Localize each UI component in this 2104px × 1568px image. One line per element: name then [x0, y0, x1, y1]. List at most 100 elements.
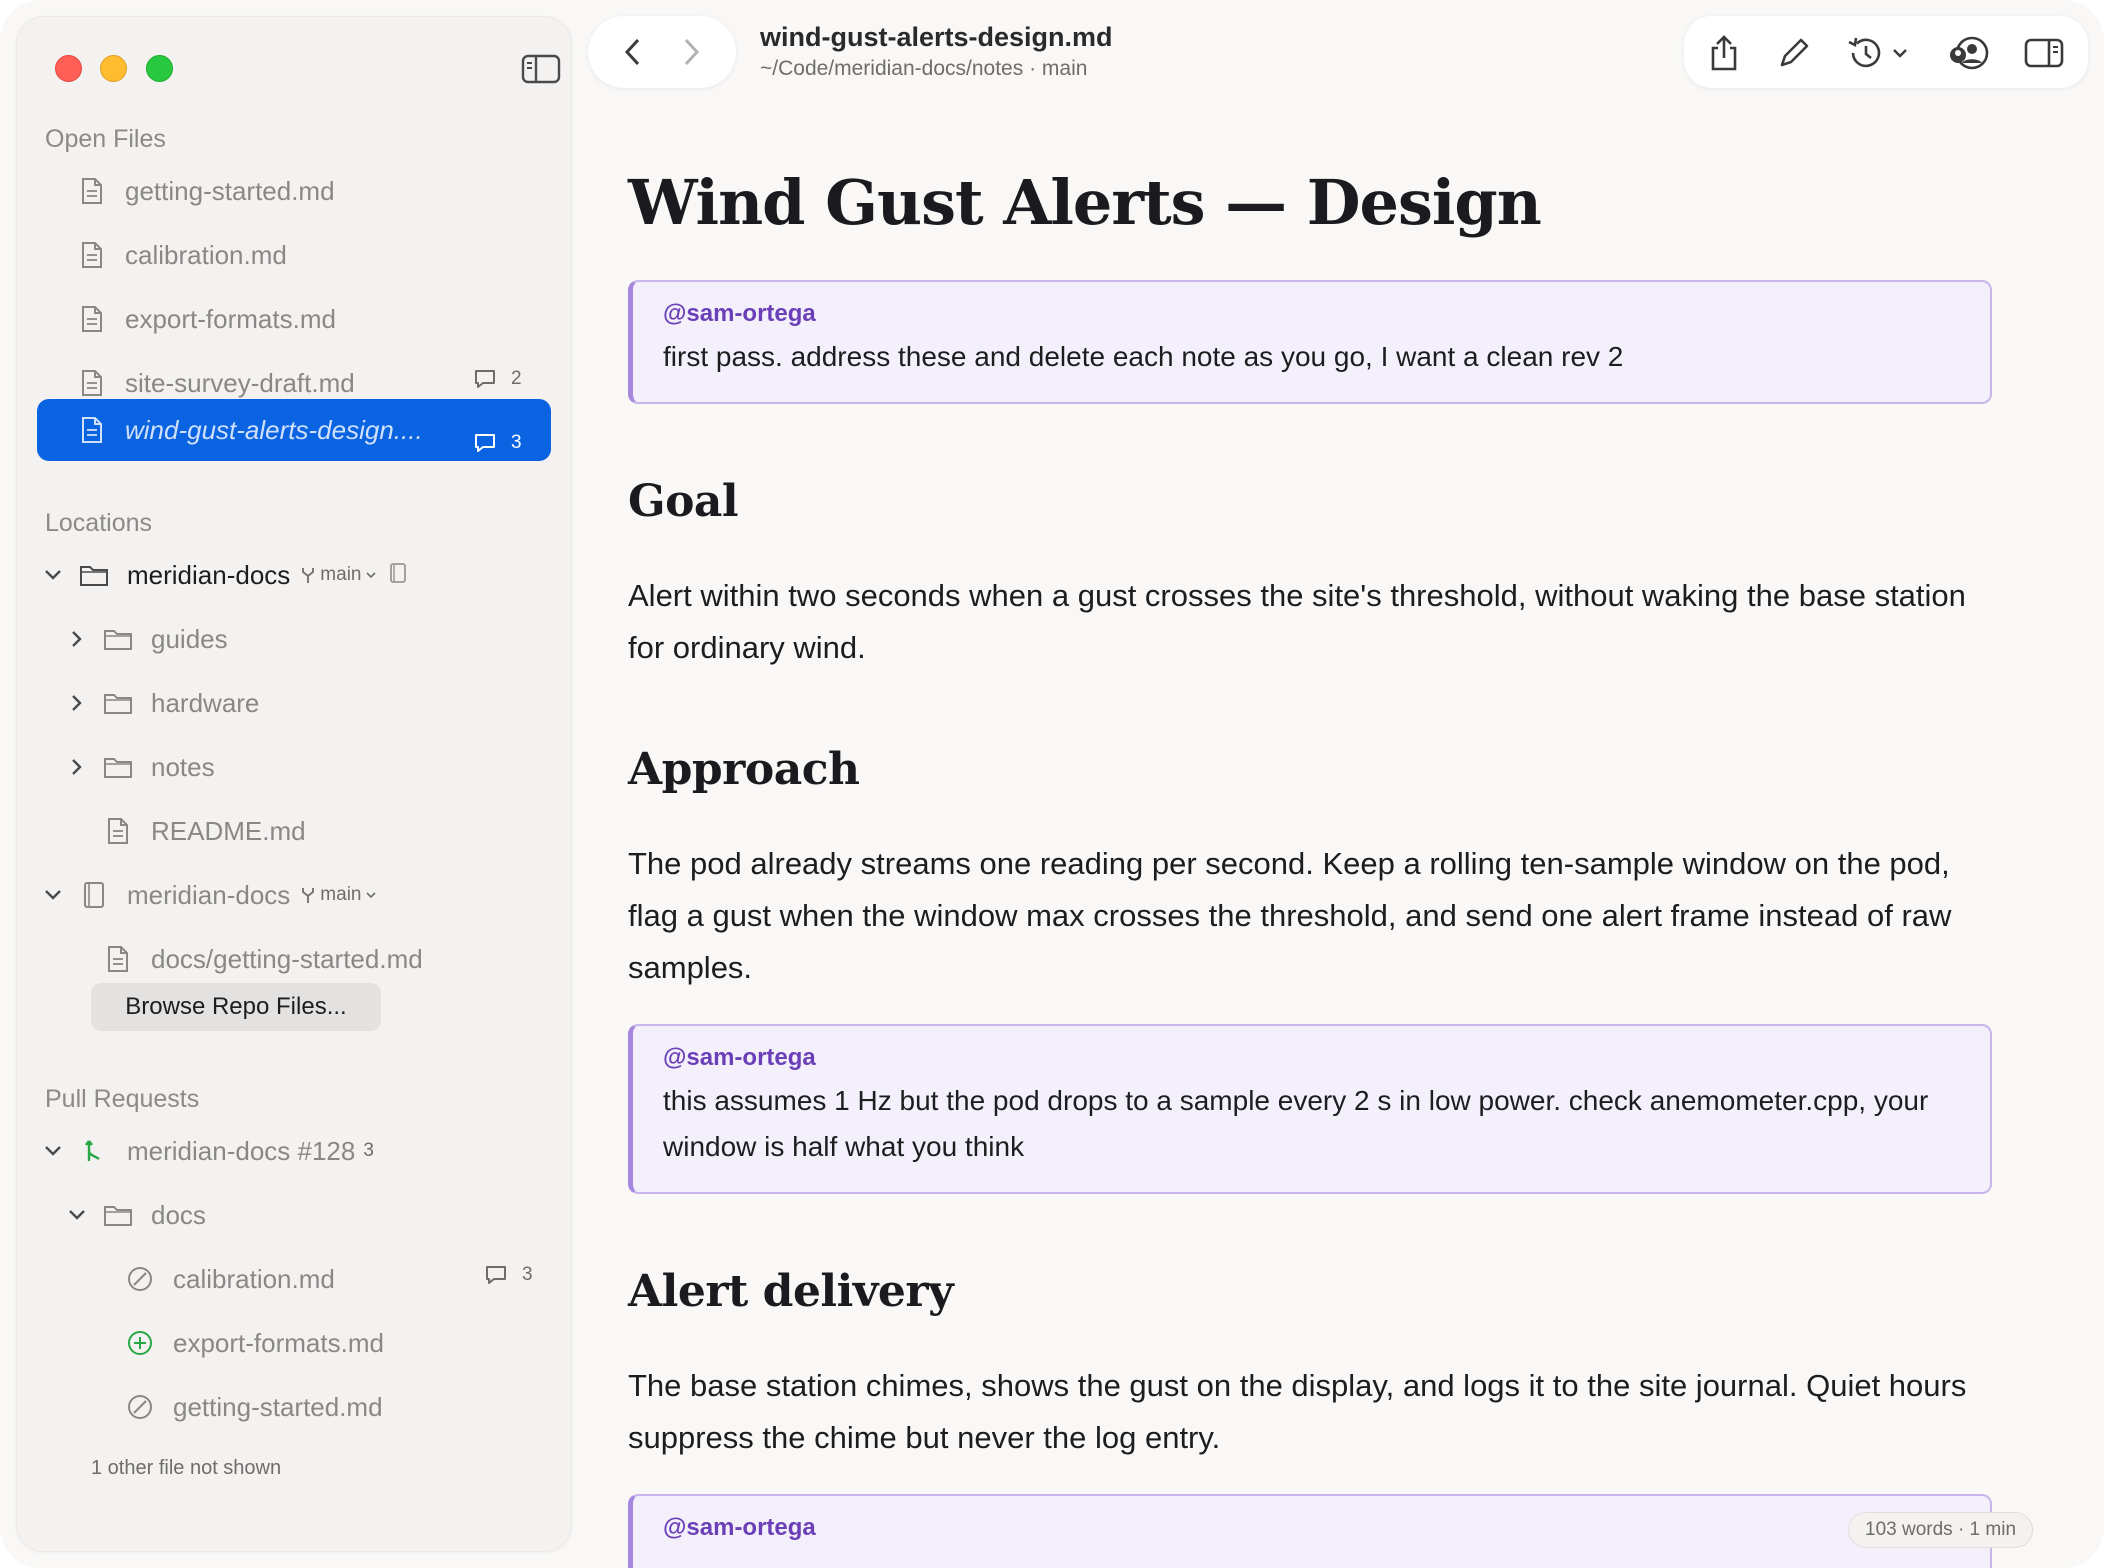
comment-count-label: 3 — [522, 1264, 533, 1285]
tree-folder-item[interactable]: guides — [67, 608, 547, 670]
forward-button[interactable] — [670, 30, 714, 74]
pr-file-item[interactable]: calibration.md — [125, 1248, 545, 1310]
file-label: calibration.md — [173, 1263, 335, 1294]
review-note[interactable]: @sam-ortega this assumes 1 Hz but the po… — [628, 1024, 1992, 1194]
folder-icon — [103, 1200, 133, 1230]
locations-heading: Locations — [45, 509, 153, 537]
tree-folder-item[interactable]: hardware — [67, 672, 547, 734]
history-icon — [1848, 37, 1881, 68]
delivery-paragraph: The base station chimes, shows the gust … — [628, 1368, 1967, 1455]
file-path: ~/Code/meridian-docs/notes · main — [760, 57, 1088, 80]
word-count-badge: 103 words · 1 min — [1848, 1512, 2034, 1548]
close-window-button[interactable] — [55, 55, 82, 82]
back-button[interactable] — [610, 30, 654, 74]
heading-approach: Approach — [628, 744, 860, 795]
chevron-down-icon[interactable] — [67, 1205, 87, 1225]
open-file-label: calibration.md — [125, 239, 287, 270]
document-icon — [77, 176, 107, 206]
review-note[interactable]: @sam-ortega first pass. address these an… — [628, 280, 1992, 404]
browse-repo-files-button[interactable]: Browse Repo Files... — [91, 983, 381, 1031]
open-file-label: getting-started.md — [125, 175, 335, 206]
open-file-label: site-survey-draft.md — [125, 367, 355, 398]
document-icon — [77, 368, 107, 398]
modified-status-icon — [125, 1264, 155, 1294]
note-author: @sam-ortega — [663, 1044, 816, 1071]
chevron-down-icon[interactable] — [43, 1141, 63, 1161]
open-files-heading: Open Files — [45, 125, 166, 153]
right-sidebar-icon — [2024, 38, 2064, 68]
document-icon — [103, 816, 133, 846]
document-icon — [103, 944, 133, 974]
open-file-item[interactable]: calibration.md — [77, 224, 557, 286]
chevron-right-icon[interactable] — [67, 629, 87, 649]
open-file-label: export-formats.md — [125, 303, 336, 334]
pr-file-item[interactable]: export-formats.md — [125, 1312, 545, 1374]
file-label: docs/getting-started.md — [151, 943, 423, 974]
chevron-down-icon[interactable] — [43, 565, 63, 585]
branch-selector[interactable]: main — [300, 564, 377, 586]
sidebar: Open Files getting-started.md calibratio… — [16, 16, 572, 1552]
repo-item[interactable]: meridian-docs main — [43, 864, 553, 926]
toolbar — [1684, 16, 2088, 88]
folder-icon — [79, 560, 109, 590]
window-title: wind-gust-alerts-design.md ~/Code/meridi… — [760, 22, 1113, 81]
minimize-window-button[interactable] — [100, 55, 127, 82]
pr-folder-item[interactable]: docs — [67, 1184, 547, 1246]
chevron-down-icon[interactable] — [43, 885, 63, 905]
comment-count-label: 3 — [511, 432, 522, 453]
goal-paragraph: Alert within two seconds when a gust cro… — [628, 578, 1966, 665]
comment-icon — [475, 434, 495, 452]
comment-count-label: 2 — [511, 368, 522, 389]
chevron-down-icon — [1893, 49, 1907, 58]
branch-selector[interactable]: main — [300, 884, 377, 906]
sidebar-toggle-icon[interactable] — [521, 53, 561, 85]
repo-name: meridian-docs — [127, 559, 291, 590]
pencil-icon — [1780, 38, 1809, 67]
pr-name: meridian-docs #128 — [127, 1135, 356, 1166]
folder-icon — [103, 752, 133, 782]
note-author: @sam-ortega — [663, 300, 816, 327]
document-icon — [77, 240, 107, 270]
share-icon — [1711, 35, 1737, 71]
pull-request-icon — [79, 1136, 109, 1166]
open-file-item[interactable]: getting-started.md — [77, 160, 557, 222]
repo-item[interactable]: meridian-docs main — [43, 544, 553, 606]
folder-label: notes — [151, 751, 215, 782]
modified-status-icon — [125, 1392, 155, 1422]
document-icon — [77, 415, 107, 445]
file-label: export-formats.md — [173, 1327, 384, 1358]
share-button[interactable] — [1704, 34, 1744, 72]
folder-label: guides — [151, 623, 228, 654]
navigation-controls — [588, 16, 736, 88]
tree-file-item[interactable]: README.md — [103, 800, 543, 862]
open-file-label: wind-gust-alerts-design.... — [125, 414, 423, 445]
pr-count: 3 — [363, 1140, 374, 1161]
folder-icon — [103, 688, 133, 718]
pull-request-item[interactable]: meridian-docs #128 3 — [43, 1120, 553, 1182]
chevron-right-icon[interactable] — [67, 757, 87, 777]
book-icon — [79, 880, 109, 910]
chevron-down-icon — [366, 892, 377, 899]
edit-button[interactable] — [1774, 34, 1814, 72]
hidden-files-note: 1 other file not shown — [91, 1457, 282, 1479]
pr-file-item[interactable]: getting-started.md — [125, 1376, 545, 1438]
pull-requests-heading: Pull Requests — [45, 1085, 200, 1113]
review-note[interactable]: @sam-ortega — [628, 1494, 1992, 1568]
branch-label: main — [320, 884, 362, 905]
open-file-item[interactable]: export-formats.md — [77, 288, 557, 350]
folder-label: docs — [151, 1199, 206, 1230]
approach-paragraph: The pod already streams one reading per … — [628, 846, 1952, 985]
folder-label: hardware — [151, 687, 260, 718]
branch-label: main — [320, 564, 362, 585]
zoom-window-button[interactable] — [146, 55, 173, 82]
tree-file-item[interactable]: docs/getting-started.md — [103, 928, 543, 990]
history-button[interactable] — [1842, 34, 1912, 72]
heading-goal: Goal — [628, 476, 739, 527]
collaborators-button[interactable] — [1946, 34, 1992, 72]
file-label: getting-started.md — [173, 1391, 383, 1422]
branch-icon — [302, 888, 315, 903]
inspector-toggle-button[interactable] — [2022, 34, 2066, 72]
chevron-right-icon — [684, 38, 700, 66]
tree-folder-item[interactable]: notes — [67, 736, 547, 798]
chevron-right-icon[interactable] — [67, 693, 87, 713]
